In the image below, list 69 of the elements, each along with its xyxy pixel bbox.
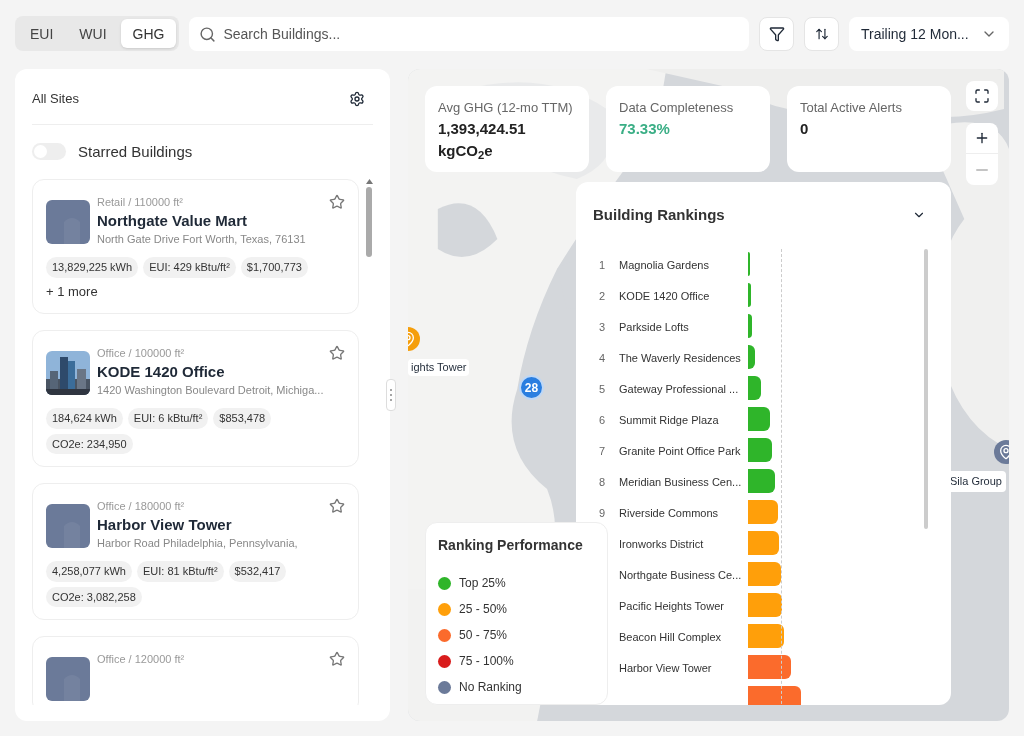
marker-label: ights Tower [408, 359, 470, 376]
rank-number: 6 [599, 414, 606, 426]
rank-number: 4 [599, 352, 606, 364]
toggle-label: Starred Buildings [78, 141, 193, 162]
building-name: Meridian Business Cen... [619, 476, 742, 488]
rank-number: 2 [599, 290, 606, 302]
building-meta: Office / 120000 ft² [97, 652, 185, 667]
metric-tab[interactable]: GHG [120, 19, 177, 48]
rank-number: 7 [599, 445, 606, 457]
building-address: 1420 Washington Boulevard Detroit, Michiga... [97, 382, 325, 398]
metric-tab[interactable]: WUI [67, 19, 119, 48]
stat-value: 73.33% [619, 118, 671, 139]
building-name: Ironworks District [619, 538, 704, 550]
rank-number: 1 [599, 259, 606, 271]
search-field[interactable]: Search Buildings... [189, 16, 749, 51]
building-meta: Office / 100000 ft² [97, 346, 185, 361]
building-name: Gateway Professional ... [619, 383, 739, 395]
building-name: KODE 1420 Office [97, 361, 226, 382]
panel-title: All Sites [32, 90, 79, 108]
metric-chip: 13,829,225 kWh [46, 257, 139, 278]
building-name: Northgate Business Ce... [619, 569, 742, 581]
rank-number: 9 [599, 507, 606, 519]
stat-label: Total Active Alerts [800, 99, 903, 117]
metric-chip: EUI: 6 kBtu/ft² [127, 408, 209, 429]
legend-title: Ranking Performance [438, 536, 584, 555]
stat-label: Data Completeness [619, 99, 735, 117]
metric-tab[interactable]: EUI [18, 19, 66, 48]
building-name: KODE 1420 Office [619, 290, 710, 302]
building-name: Pacific Heights Tower [619, 600, 724, 612]
legend-label: No Ranking [459, 679, 522, 696]
building-name: Magnolia Gardens [619, 259, 709, 271]
period-dropdown[interactable]: Trailing 12 Mon... [849, 16, 1009, 51]
metric-chip: 184,624 kWh [46, 408, 123, 429]
legend-label: 50 - 75% [459, 627, 508, 644]
building-address: North Gate Drive Fort Worth, Texas, 76131 [97, 231, 307, 247]
building-name: Beacon Hill Complex [619, 631, 722, 643]
metric-chip: 4,258,077 kWh [46, 561, 132, 582]
stat-label: Avg GHG (12-mo TTM) [438, 99, 574, 117]
panel-title: Building Rankings [593, 205, 725, 225]
metric-chip: EUI: 81 kBtu/ft² [137, 561, 224, 582]
building-address: Harbor Road Philadelphia, Pennsylvania, [97, 535, 299, 551]
building-name: Riverside Commons [619, 507, 719, 519]
stat-value: 1,393,424.51 kgCO$_{2}$e [438, 118, 527, 163]
building-name: Harbor View Tower [619, 662, 712, 674]
building-name: Granite Point Office Park [619, 445, 741, 457]
metric-chip: $1,700,773 [240, 257, 308, 278]
legend-label: 25 - 50% [459, 601, 508, 618]
rank-number: 8 [599, 476, 606, 488]
rank-number: 3 [599, 321, 606, 333]
metric-chip: $532,417 [228, 561, 287, 582]
rank-number: 5 [599, 383, 606, 395]
building-name: The Waverly Residences [619, 352, 741, 364]
building-card[interactable]: Office / 100000 ft² KODE 1420 Office 1420 Washington Boulevard Detroit, Michiga... 184,624 kWh EUI: 6 kBtu/ft² $853,478 CO2e: 234,950 [32, 330, 359, 467]
building-card[interactable]: Office / 180000 ft² Harbor View Tower Harbor Road Philadelphia, Pennsylvania, 4,258,077 kWh EUI: 81 kBtu/ft² $532,417 CO2e: 3,082,258 [32, 483, 359, 620]
more-link[interactable]: + 1 more [46, 281, 345, 301]
legend-label: 75 - 100% [459, 653, 514, 670]
legend-label: Top 25% [459, 575, 506, 592]
metric-chip: EUI: 429 kBtu/ft² [143, 257, 236, 278]
metric-chip: CO2e: 234,950 [46, 433, 133, 454]
building-meta: Office / 180000 ft² [97, 499, 185, 514]
stat-value: 0 [800, 118, 810, 139]
building-name: Northgate Value Mart [97, 210, 249, 231]
building-name: Harbor View Tower [97, 514, 233, 535]
building-meta: Retail / 110000 ft² [97, 195, 183, 210]
building-name: Parkside Lofts [619, 321, 689, 333]
metric-chip: $853,478 [213, 408, 272, 429]
building-name: Summit Ridge Plaza [619, 414, 719, 426]
metric-chip: CO2e: 3,082,258 [46, 586, 142, 607]
building-card[interactable]: Retail / 110000 ft² Northgate Value Mart North Gate Drive Fort Worth, Texas, 76131 13,829,225 kWh EUI: 429 kBtu/ft² $1,700,773 + 1 more [32, 179, 359, 314]
